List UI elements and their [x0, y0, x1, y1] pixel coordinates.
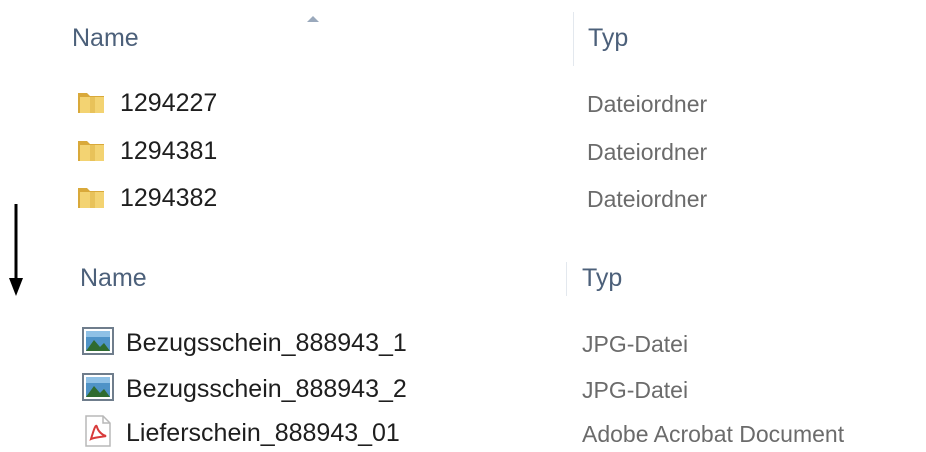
folder-icon — [76, 181, 106, 216]
file-name: 1294382 — [120, 184, 218, 212]
column-header-name[interactable]: Name — [80, 264, 147, 293]
folder-icon — [76, 134, 106, 169]
sort-ascending-icon[interactable] — [306, 10, 320, 28]
file-row[interactable]: Bezugsschein_888943_1 JPG-Datei — [80, 324, 900, 358]
file-type: Dateiordner — [587, 186, 708, 212]
file-name: 1294227 — [120, 89, 218, 117]
file-row[interactable]: 1294381 Dateiordner — [72, 132, 832, 166]
file-row[interactable]: 1294227 Dateiordner — [72, 84, 832, 118]
file-row[interactable]: Bezugsschein_888943_2 JPG-Datei — [80, 370, 900, 404]
column-divider[interactable] — [573, 12, 574, 66]
file-name: Bezugsschein_888943_2 — [126, 375, 407, 403]
file-name: Lieferschein_888943_01 — [126, 419, 400, 447]
file-name: Bezugsschein_888943_1 — [126, 329, 407, 357]
file-row[interactable]: 1294382 Dateiordner — [72, 179, 832, 213]
down-arrow-icon — [6, 204, 26, 303]
column-header-name[interactable]: Name — [72, 24, 139, 53]
image-file-icon — [82, 327, 114, 360]
file-type: JPG-Datei — [582, 377, 689, 403]
file-type: Adobe Acrobat Document — [582, 421, 845, 447]
file-name: 1294381 — [120, 137, 218, 165]
folder-icon — [76, 86, 106, 121]
file-row[interactable]: Lieferschein_888943_01 Adobe Acrobat Doc… — [80, 414, 900, 448]
image-file-icon — [82, 373, 114, 406]
file-type: JPG-Datei — [582, 331, 689, 357]
column-header-type[interactable]: Typ — [588, 24, 628, 53]
column-header-type[interactable]: Typ — [582, 264, 622, 293]
column-divider[interactable] — [566, 262, 567, 296]
file-type: Dateiordner — [587, 139, 708, 165]
pdf-file-icon — [84, 415, 112, 452]
file-type: Dateiordner — [587, 91, 708, 117]
